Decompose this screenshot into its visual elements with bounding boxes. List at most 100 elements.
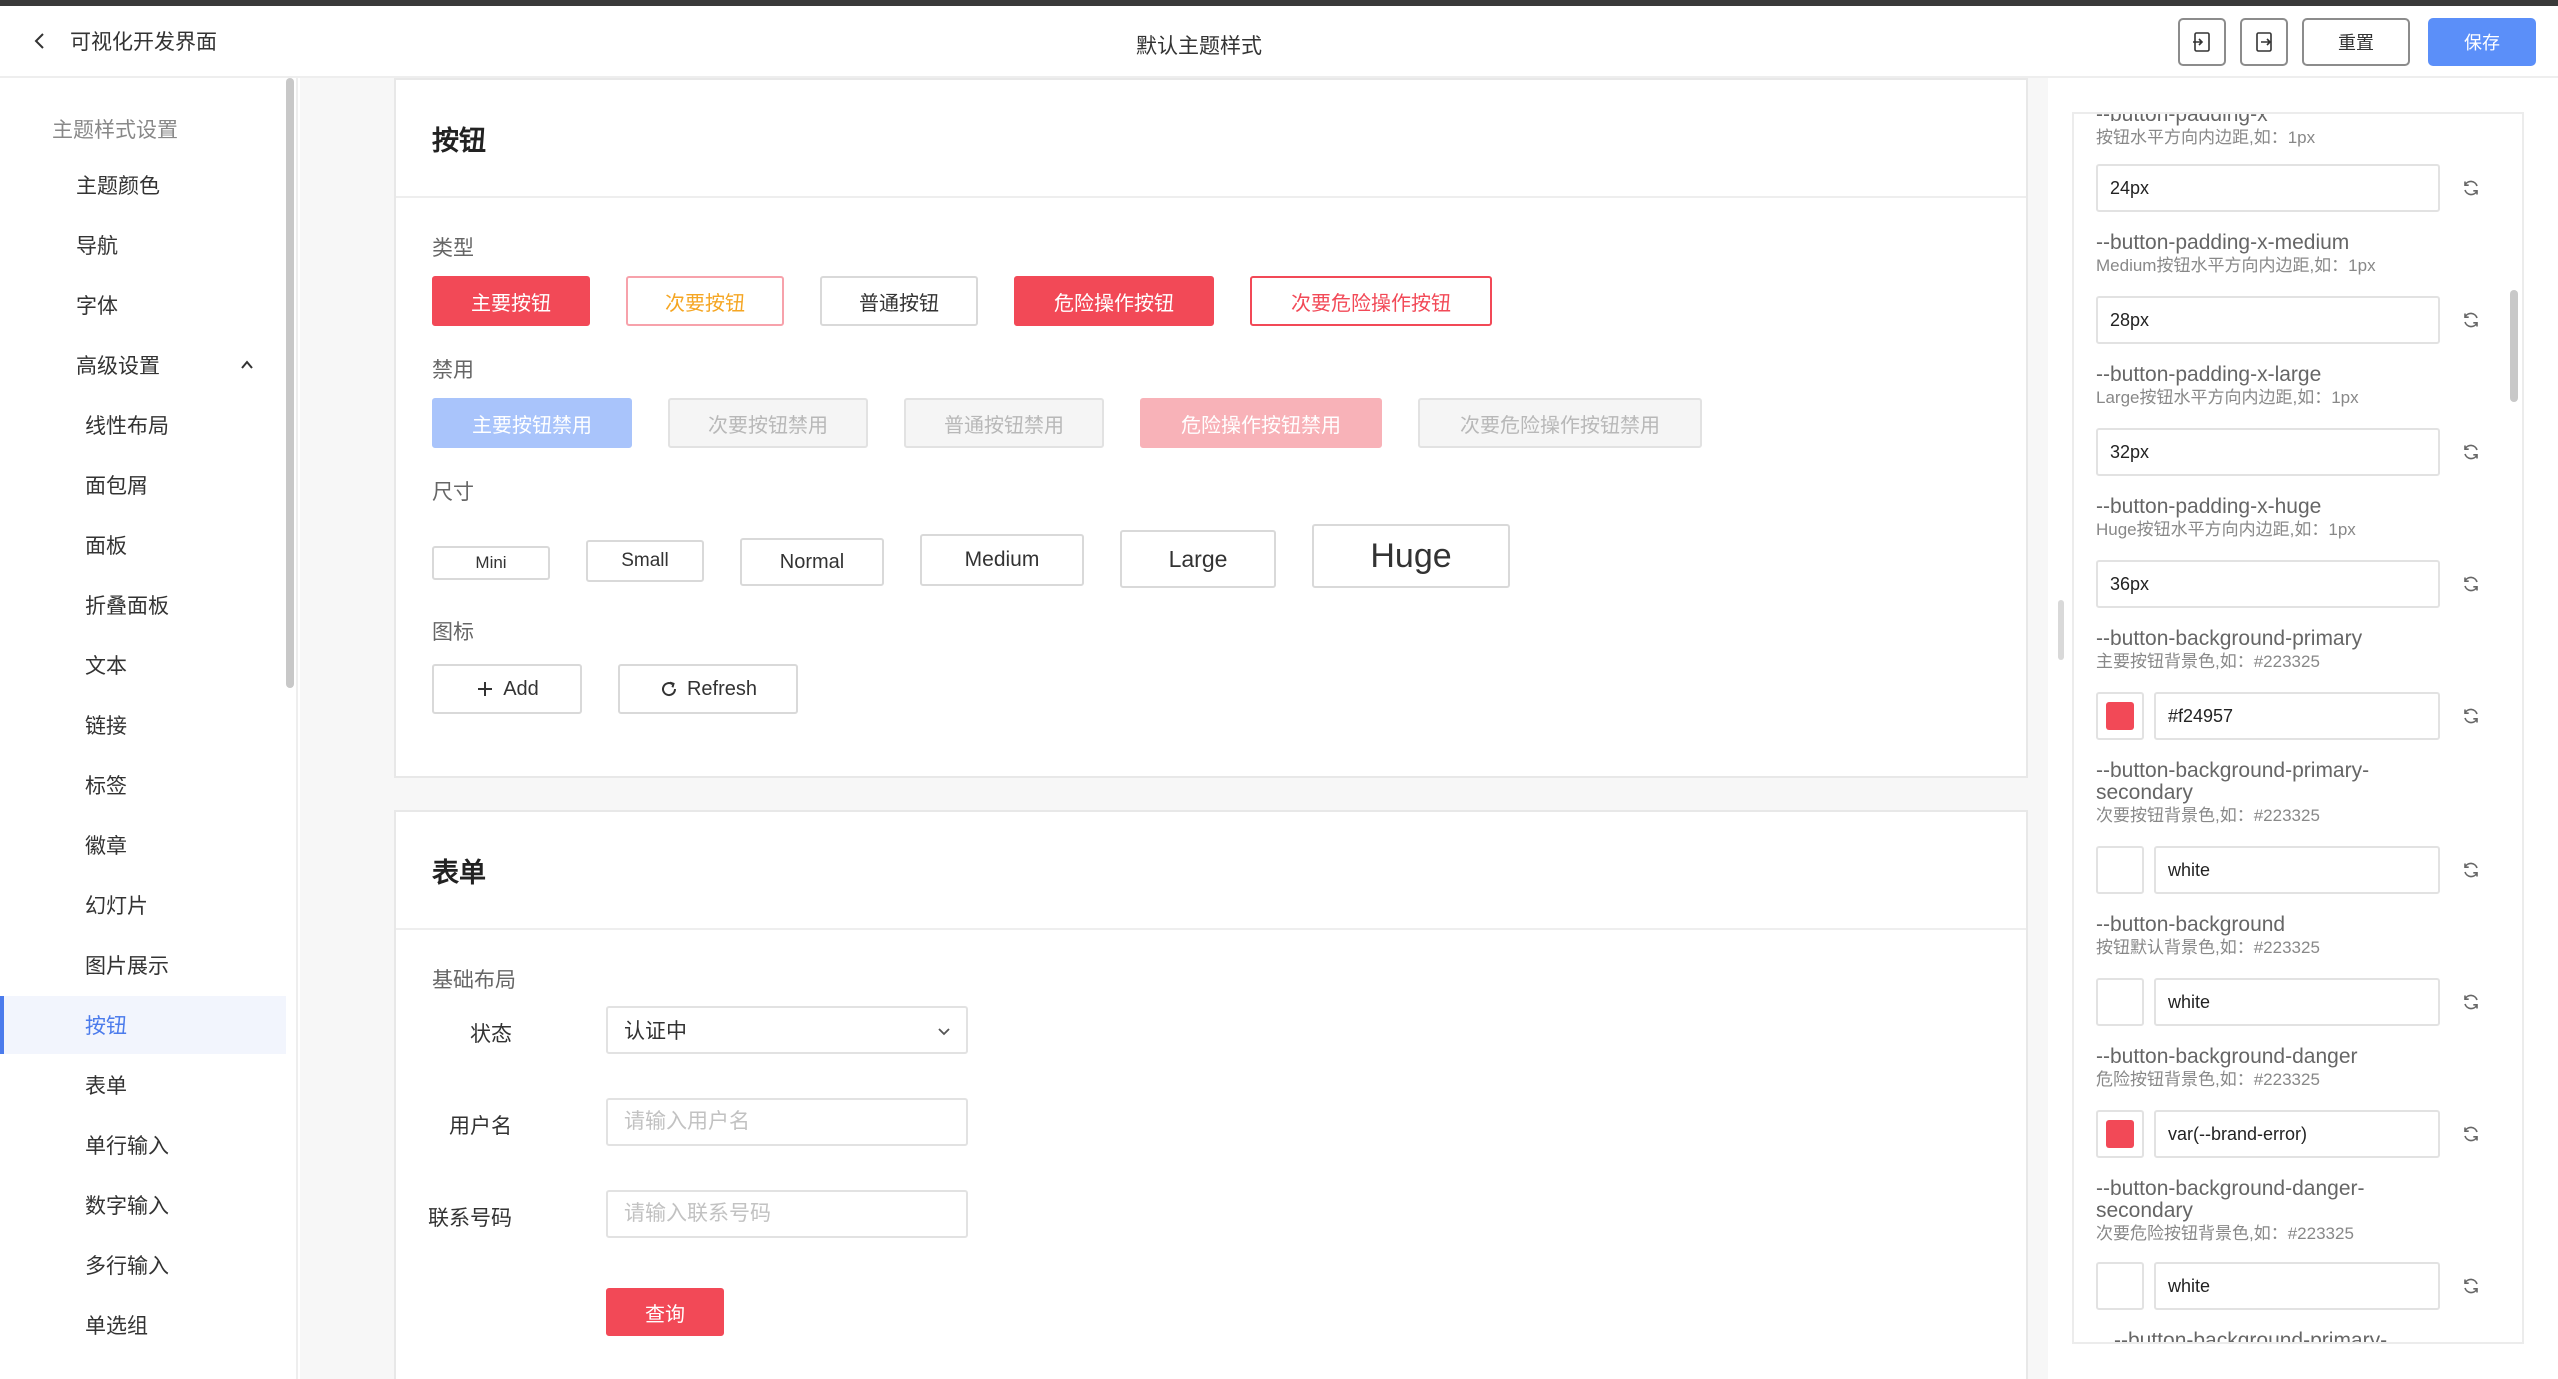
refresh-button-label: Refresh: [686, 677, 758, 700]
var-desc: 危险按钮背景色,如：#223325: [2096, 1070, 2320, 1089]
var-padding-x-input[interactable]: 24px: [2096, 164, 2440, 212]
save-button[interactable]: 保存: [2428, 18, 2536, 66]
sidebar-item-breadcrumb[interactable]: 面包屑: [0, 456, 286, 514]
phone-input[interactable]: [624, 1202, 966, 1226]
var-name: --button-background-danger: [2096, 1045, 2358, 1068]
import-button[interactable]: [2178, 18, 2226, 66]
reset-icon[interactable]: [2460, 1275, 2482, 1297]
reset-icon[interactable]: [2460, 309, 2482, 331]
sidebar-item-button[interactable]: 按钮: [0, 996, 286, 1054]
sidebar-item-form[interactable]: 表单: [0, 1056, 286, 1114]
panel-resize-handle[interactable]: [2058, 600, 2064, 660]
sidebar: 主题样式设置 主题颜色 导航 字体 高级设置 线性布局 面包屑 面板 折叠面板 …: [0, 78, 298, 1379]
form-card: 表单 基础布局 状态 认证中 用户名 联系号码 查询: [394, 810, 2028, 1379]
var-desc: Huge按钮水平方向内边距,如：1px: [2096, 520, 2356, 539]
var-desc: 主要按钮背景色,如：#223325: [2096, 652, 2320, 671]
sidebar-item-radio-group[interactable]: 单选组: [0, 1296, 286, 1354]
swatch-fill: [2106, 856, 2134, 884]
sidebar-item-font[interactable]: 字体: [0, 276, 286, 334]
status-select[interactable]: 认证中: [606, 1006, 968, 1054]
basic-layout-label: 基础布局: [432, 969, 516, 992]
medium-button[interactable]: Medium: [920, 534, 1084, 586]
phone-label: 联系号码: [428, 1207, 512, 1230]
var-name-cont: secondary: [2096, 781, 2193, 804]
button-card: 按钮 类型 主要按钮 次要按钮 普通按钮 危险操作按钮 次要危险操作按钮 禁用 …: [394, 78, 2028, 778]
reset-button[interactable]: 重置: [2302, 18, 2410, 66]
sidebar-item-text[interactable]: 文本: [0, 636, 286, 694]
sidebar-item-panel[interactable]: 面板: [0, 516, 286, 574]
sidebar-item-tag[interactable]: 标签: [0, 756, 286, 814]
phone-field[interactable]: [606, 1190, 968, 1238]
size-section-label: 尺寸: [432, 481, 474, 504]
color-swatch[interactable]: [2096, 846, 2144, 894]
huge-button[interactable]: Huge: [1312, 524, 1510, 588]
var-background-primary-secondary-input[interactable]: white: [2154, 846, 2440, 894]
var-name: --button-background-primary: [2096, 627, 2363, 650]
color-swatch[interactable]: [2096, 978, 2144, 1026]
reset-icon[interactable]: [2460, 705, 2482, 727]
swatch-fill: [2106, 1272, 2134, 1300]
refresh-button[interactable]: Refresh: [618, 664, 798, 714]
sidebar-item-input[interactable]: 单行输入: [0, 1116, 286, 1174]
sidebar-item-slides[interactable]: 幻灯片: [0, 876, 286, 934]
sidebar-item-navigation[interactable]: 导航: [0, 216, 286, 274]
page-title: 默认主题样式: [1136, 35, 1262, 58]
var-padding-x-medium-input[interactable]: 28px: [2096, 296, 2440, 344]
var-desc: 按钮水平方向内边距,如：1px: [2096, 128, 2316, 147]
var-desc: 次要按钮背景色,如：#223325: [2096, 806, 2320, 825]
var-background-danger-input[interactable]: var(--brand-error): [2154, 1110, 2440, 1158]
secondary-danger-button[interactable]: 次要危险操作按钮: [1250, 276, 1492, 326]
var-padding-x-large: --button-padding-x-large Large按钮水平方向内边距,…: [2096, 364, 2506, 410]
card-title: 表单: [396, 812, 2026, 930]
var-desc: 次要危险按钮背景色,如：#223325: [2096, 1224, 2354, 1243]
sidebar-item-advanced[interactable]: 高级设置: [0, 336, 286, 394]
sidebar-scrollbar[interactable]: [286, 78, 294, 688]
sidebar-item-theme-colors[interactable]: 主题颜色: [0, 156, 286, 214]
var-background-input[interactable]: white: [2154, 978, 2440, 1026]
panel-scrollbar[interactable]: [2510, 290, 2518, 402]
export-button[interactable]: [2240, 18, 2288, 66]
var-padding-x: --button-padding-x 按钮水平方向内边距,如：1px: [2096, 114, 2506, 150]
sidebar-item-label: 高级设置: [76, 355, 160, 378]
var-background-danger: --button-background-danger 危险按钮背景色,如：#22…: [2096, 1046, 2506, 1092]
secondary-button[interactable]: 次要按钮: [626, 276, 784, 326]
var-background-primary-next: --button-background-primary-: [2114, 1330, 2522, 1343]
mini-button[interactable]: Mini: [432, 546, 550, 580]
reset-icon[interactable]: [2460, 573, 2482, 595]
sidebar-item-textarea[interactable]: 多行输入: [0, 1236, 286, 1294]
username-field[interactable]: [606, 1098, 968, 1146]
secondary-danger-button-disabled: 次要危险操作按钮禁用: [1418, 398, 1702, 448]
sidebar-item-linear-layout[interactable]: 线性布局: [0, 396, 286, 454]
username-input[interactable]: [624, 1110, 966, 1134]
reset-icon[interactable]: [2460, 859, 2482, 881]
var-padding-x-huge-input[interactable]: 36px: [2096, 560, 2440, 608]
reset-icon[interactable]: [2460, 991, 2482, 1013]
sidebar-item-number-input[interactable]: 数字输入: [0, 1176, 286, 1234]
normal-button-disabled: 普通按钮禁用: [904, 398, 1104, 448]
danger-button[interactable]: 危险操作按钮: [1014, 276, 1214, 326]
add-button-label: Add: [503, 677, 539, 700]
color-swatch[interactable]: [2096, 692, 2144, 740]
var-background-primary-input[interactable]: #f24957: [2154, 692, 2440, 740]
normal-size-button[interactable]: Normal: [740, 538, 884, 586]
sidebar-item-collapse[interactable]: 折叠面板: [0, 576, 286, 634]
swatch-fill: [2106, 988, 2134, 1016]
sidebar-item-image[interactable]: 图片展示: [0, 936, 286, 994]
reset-icon[interactable]: [2460, 1123, 2482, 1145]
add-button[interactable]: Add: [432, 664, 582, 714]
var-background-danger-secondary-input[interactable]: white: [2154, 1262, 2440, 1310]
var-padding-x-large-input[interactable]: 32px: [2096, 428, 2440, 476]
reset-icon[interactable]: [2460, 441, 2482, 463]
color-swatch[interactable]: [2096, 1110, 2144, 1158]
chevron-up-icon: [241, 360, 253, 369]
color-swatch[interactable]: [2096, 1262, 2144, 1310]
sidebar-item-link[interactable]: 链接: [0, 696, 286, 754]
normal-button[interactable]: 普通按钮: [820, 276, 978, 326]
small-button[interactable]: Small: [586, 540, 704, 582]
query-button[interactable]: 查询: [606, 1288, 724, 1336]
primary-button[interactable]: 主要按钮: [432, 276, 590, 326]
import-icon: [2193, 32, 2210, 52]
sidebar-item-badge[interactable]: 徽章: [0, 816, 286, 874]
reset-icon[interactable]: [2460, 177, 2482, 199]
large-button[interactable]: Large: [1120, 530, 1276, 588]
